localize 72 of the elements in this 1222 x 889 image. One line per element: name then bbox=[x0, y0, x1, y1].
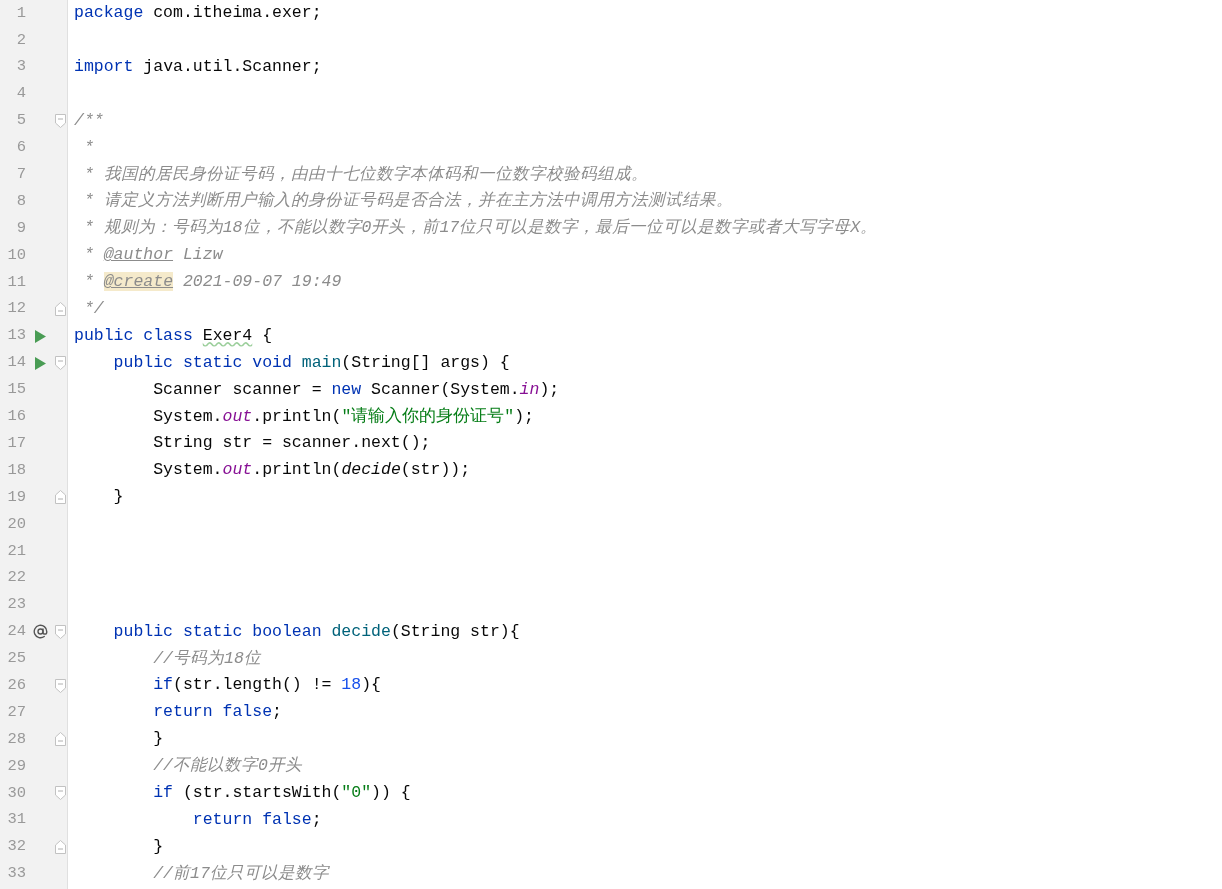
code-line: /** bbox=[73, 112, 104, 130]
fold-icon[interactable] bbox=[54, 678, 66, 693]
code-line: import java.util.Scanner; bbox=[73, 58, 322, 76]
code-line: return false; bbox=[152, 704, 282, 721]
code-line: } bbox=[152, 838, 164, 856]
code-line: //号码为18位 bbox=[152, 650, 261, 668]
code-line: * bbox=[82, 139, 94, 157]
code-line: if(str.length() != 18){ bbox=[152, 677, 381, 694]
line-number: 29 bbox=[7, 758, 26, 775]
code-line: * @create 2021-09-07 19:49 bbox=[82, 274, 342, 291]
fold-end-icon[interactable] bbox=[54, 490, 66, 505]
code-line: */ bbox=[82, 301, 104, 318]
code-line: public static void main(String[] args) { bbox=[112, 354, 510, 372]
code-line: if (str.startsWith("0")) { bbox=[152, 785, 411, 802]
fold-icon[interactable] bbox=[54, 114, 66, 128]
run-icon[interactable] bbox=[34, 329, 46, 343]
code-line: //不能以数字0开头 bbox=[152, 758, 302, 775]
code-line: return false; bbox=[191, 811, 322, 829]
line-number: 27 bbox=[7, 704, 26, 721]
line-number: 33 bbox=[7, 866, 26, 882]
code-line: } bbox=[152, 731, 164, 748]
line-number: 19 bbox=[7, 489, 26, 506]
code-line: public static boolean decide(String str){ bbox=[112, 623, 520, 641]
code-line: System.out.println(decide(str)); bbox=[152, 462, 471, 479]
line-number: 9 bbox=[16, 220, 26, 237]
line-number: 17 bbox=[7, 435, 26, 452]
line-number: 25 bbox=[7, 651, 26, 667]
line-number: 7 bbox=[16, 167, 26, 183]
line-number: 14 bbox=[7, 355, 26, 371]
fold-end-icon[interactable] bbox=[54, 302, 66, 317]
fold-icon[interactable] bbox=[54, 786, 66, 801]
at-sign-icon[interactable] bbox=[32, 624, 48, 640]
line-number: 8 bbox=[16, 193, 26, 210]
code-line: Scanner scanner = new Scanner(System.in); bbox=[152, 381, 560, 399]
line-number: 3 bbox=[16, 59, 26, 75]
line-number: 20 bbox=[7, 516, 26, 533]
code-line: * 请定义方法判断用户输入的身份证号码是否合法，并在主方法中调用方法测试结果。 bbox=[82, 193, 733, 210]
fold-end-icon[interactable] bbox=[54, 732, 66, 747]
line-number: 5 bbox=[16, 113, 26, 129]
line-number: 28 bbox=[7, 731, 26, 748]
line-number: 11 bbox=[7, 274, 26, 291]
fold-icon[interactable] bbox=[54, 356, 66, 370]
code-line: System.out.println("请输入你的身份证号"); bbox=[152, 408, 534, 426]
line-number: 32 bbox=[7, 839, 26, 855]
code-line: //前17位只可以是数字 bbox=[152, 865, 329, 883]
line-number: 30 bbox=[7, 785, 26, 801]
code-line: * 规则为：号码为18位，不能以数字0开头，前17位只可以是数字，最后一位可以是数字或者大写字母X。 bbox=[82, 220, 878, 237]
line-number: 1 bbox=[16, 5, 26, 22]
line-number: 26 bbox=[7, 677, 26, 694]
fold-end-icon[interactable] bbox=[54, 840, 66, 855]
code-line: package com.itheima.exer; bbox=[73, 5, 322, 22]
fold-icon[interactable] bbox=[54, 624, 66, 639]
line-number: 13 bbox=[7, 328, 26, 344]
line-number: 31 bbox=[7, 812, 26, 828]
code-line: String str = scanner.next(); bbox=[152, 435, 431, 452]
line-number: 15 bbox=[7, 382, 26, 398]
line-number: 21 bbox=[7, 543, 26, 559]
line-number: 24 bbox=[7, 624, 26, 640]
line-number: 6 bbox=[16, 140, 26, 156]
code-line: * @author Lizw bbox=[82, 247, 223, 264]
code-line: } bbox=[112, 489, 124, 506]
code-line: public class Exer4 { bbox=[73, 327, 273, 345]
code-line: * 我国的居民身份证号码，由由十七位数字本体码和一位数字校验码组成。 bbox=[82, 166, 648, 184]
line-number: 23 bbox=[7, 597, 26, 613]
line-number: 18 bbox=[7, 462, 26, 479]
line-number: 22 bbox=[7, 570, 26, 586]
line-number: 12 bbox=[7, 301, 26, 317]
run-icon[interactable] bbox=[34, 356, 46, 370]
line-number: 16 bbox=[7, 409, 26, 425]
line-number: 10 bbox=[7, 247, 26, 264]
line-number: 2 bbox=[16, 32, 26, 49]
line-number: 4 bbox=[16, 86, 26, 102]
